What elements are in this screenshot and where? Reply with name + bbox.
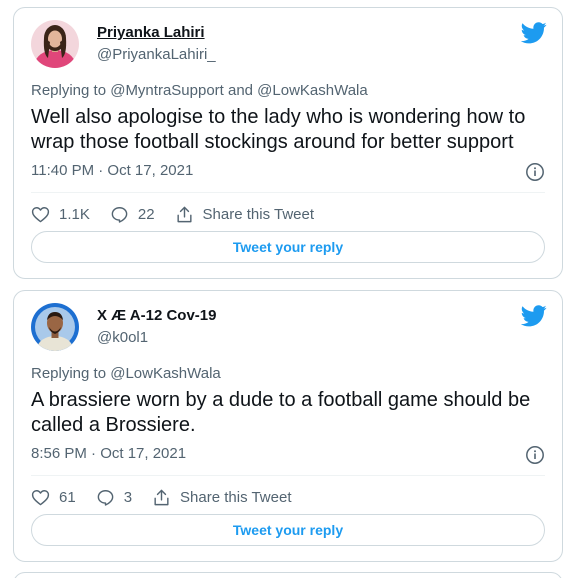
reply-count: 22 (137, 205, 155, 223)
share-button[interactable]: Share this Tweet (175, 205, 314, 224)
twitter-bird-icon[interactable] (521, 22, 547, 44)
share-label: Share this Tweet (202, 205, 314, 223)
author-handle[interactable]: @k0ol1 (97, 329, 148, 346)
replying-to: Replying to @LowKashWala (31, 365, 221, 382)
info-icon[interactable] (525, 162, 545, 182)
avatar[interactable] (31, 303, 79, 351)
like-count: 61 (59, 488, 76, 506)
action-bar: 61 3 Share this Tweet (31, 486, 311, 508)
share-button[interactable]: Share this Tweet (152, 488, 291, 507)
tweet-your-reply-button[interactable]: Tweet your reply (31, 514, 545, 546)
tweet-your-reply-button[interactable]: Tweet your reply (31, 231, 545, 263)
twitter-bird-icon[interactable] (521, 305, 547, 327)
replying-to: Replying to @MyntraSupport and @LowKashW… (31, 82, 368, 99)
timestamp[interactable]: 8:56 PM · Oct 17, 2021 (31, 445, 186, 462)
share-icon (154, 489, 169, 505)
like-count: 1.1K (59, 205, 90, 223)
reply-count-button[interactable]: 3 (96, 488, 132, 507)
avatar[interactable] (31, 20, 79, 68)
reply-bubble-icon (97, 489, 114, 506)
action-bar: 1.1K 22 Share this Tweet (31, 203, 334, 225)
info-icon[interactable] (525, 445, 545, 465)
share-label: Share this Tweet (180, 488, 292, 506)
divider (31, 192, 545, 193)
author-name[interactable]: Priyanka Lahiri (97, 24, 205, 41)
like-button[interactable]: 61 (31, 488, 76, 507)
heart-icon (31, 489, 50, 505)
timestamp[interactable]: 11:40 PM · Oct 17, 2021 (31, 162, 193, 179)
divider (31, 475, 545, 476)
share-icon (177, 206, 192, 222)
heart-icon (31, 206, 50, 222)
reply-count: 3 (123, 488, 133, 506)
like-button[interactable]: 1.1K (31, 205, 90, 224)
tweet-text: Well also apologise to the lady who is w… (31, 106, 526, 153)
tweet-card[interactable]: Priyanka Lahiri @PriyankaLahiri_ Replyin… (13, 7, 563, 279)
tweet-text: A brassiere worn by a dude to a football… (31, 389, 531, 436)
author-handle[interactable]: @PriyankaLahiri_ (97, 46, 216, 63)
tweet-card[interactable]: X Æ A-12 Cov-19 @k0ol1 Replying to @LowK… (13, 290, 563, 562)
author-name[interactable]: X Æ A-12 Cov-19 (97, 307, 216, 324)
tweet-card-partial (13, 572, 563, 578)
reply-count-button[interactable]: 22 (110, 205, 155, 224)
reply-bubble-icon (111, 206, 128, 223)
